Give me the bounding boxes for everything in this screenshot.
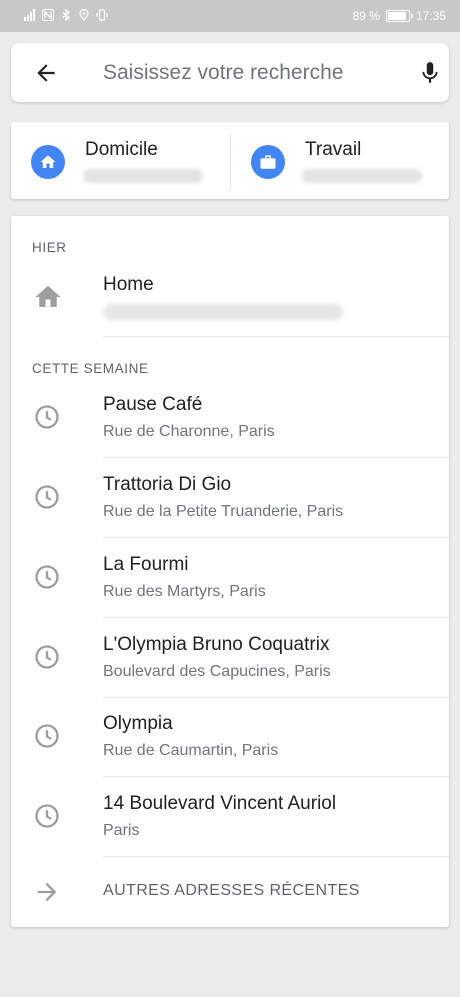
list-item[interactable]: La Fourmi Rue des Martyrs, Paris [11, 538, 449, 618]
clock-icon [35, 804, 59, 828]
clock-icon [35, 485, 59, 509]
home-address-redacted [103, 304, 343, 320]
briefcase-icon [260, 155, 276, 169]
clock-time: 17:35 [415, 9, 446, 23]
home-label: Domicile [85, 139, 158, 160]
work-label: Travail [305, 139, 362, 160]
bluetooth-icon [62, 9, 70, 21]
list-item-subtitle: Boulevard des Capucines, Paris [103, 663, 331, 680]
list-item[interactable]: Olympia Rue de Caumartin, Paris [11, 697, 449, 777]
microphone-icon[interactable] [417, 59, 443, 87]
row-divider [103, 336, 449, 337]
section-header-this-week: CETTE SEMAINE [32, 361, 149, 376]
status-bar: 89 % 17:35 [0, 0, 460, 32]
section-header-yesterday: HIER [32, 240, 67, 255]
status-icons-left [24, 9, 108, 21]
recent-searches-card: HIER Home CETTE SEMAINE Pause Café Rue d… [11, 216, 449, 927]
nfc-icon [42, 9, 54, 21]
vibrate-icon [96, 9, 108, 21]
list-item-title: La Fourmi [103, 554, 189, 575]
home-shortcut[interactable]: Domicile [11, 122, 230, 199]
home-address-redacted [83, 169, 203, 183]
home-badge [31, 145, 65, 179]
list-item-title: Trattoria Di Gio [103, 474, 232, 495]
battery-icon [385, 10, 413, 22]
list-item-title: Pause Café [103, 394, 203, 415]
list-item-title: L'Olympia Bruno Coquatrix [103, 634, 330, 655]
search-bar [11, 43, 449, 102]
list-item-subtitle: Rue des Martyrs, Paris [103, 583, 266, 600]
list-item-subtitle: Rue de la Petite Truanderie, Paris [103, 503, 344, 520]
work-shortcut[interactable]: Travail [230, 122, 449, 199]
location-icon [79, 9, 89, 21]
home-icon [35, 285, 61, 307]
saved-places-card: Domicile Travail [11, 122, 449, 199]
clock-icon [35, 565, 59, 589]
list-item-title: Home [103, 274, 154, 295]
list-item-subtitle: Rue de Charonne, Paris [103, 423, 275, 440]
status-icons-right: 89 % 17:35 [353, 9, 446, 23]
work-address-redacted [302, 169, 422, 183]
list-item[interactable]: L'Olympia Bruno Coquatrix Boulevard des … [11, 618, 449, 698]
battery-percent: 89 % [352, 9, 380, 23]
clock-icon [35, 724, 59, 748]
list-item[interactable]: Home [11, 262, 449, 337]
search-input[interactable] [101, 53, 401, 93]
signal-icon [24, 9, 35, 21]
list-item[interactable]: Trattoria Di Gio Rue de la Petite Truand… [11, 458, 449, 538]
home-icon [40, 155, 56, 168]
back-arrow-icon[interactable] [33, 60, 59, 86]
clock-icon [35, 645, 59, 669]
work-badge [251, 145, 285, 179]
clock-icon [35, 405, 59, 429]
more-recent-addresses-label: AUTRES ADRESSES RÉCENTES [103, 882, 360, 899]
list-item-subtitle: Rue de Caumartin, Paris [103, 742, 279, 759]
list-item-title: Olympia [103, 713, 173, 734]
more-recent-addresses-link[interactable]: AUTRES ADRESSES RÉCENTES [11, 857, 449, 927]
list-item[interactable]: Pause Café Rue de Charonne, Paris [11, 378, 449, 458]
list-item-title: 14 Boulevard Vincent Auriol [103, 793, 337, 814]
arrow-right-icon [37, 882, 57, 902]
list-item-subtitle: Paris [103, 822, 140, 839]
list-item[interactable]: 14 Boulevard Vincent Auriol Paris [11, 777, 449, 857]
